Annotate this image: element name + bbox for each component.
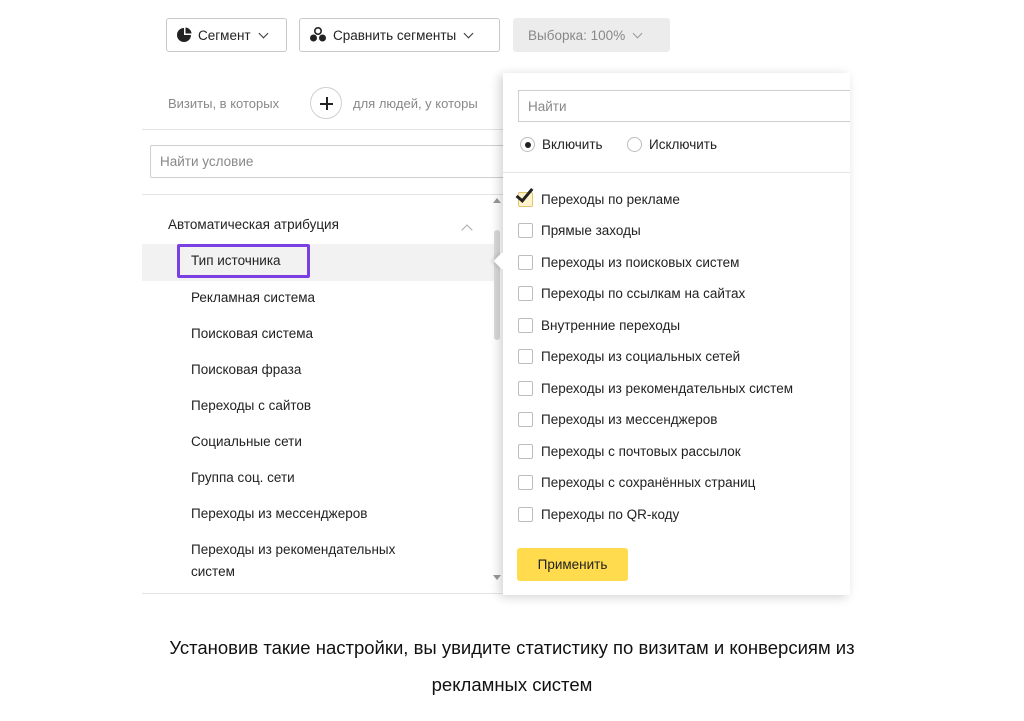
- option-label[interactable]: Переходы из мессенджеров: [541, 412, 717, 427]
- pie-chart-icon: [176, 27, 192, 43]
- scrollbar-thumb[interactable]: [494, 230, 500, 340]
- divider: [503, 172, 850, 173]
- checkbox-recommendation-systems[interactable]: [518, 381, 533, 396]
- option-label[interactable]: Внутренние переходы: [541, 318, 680, 333]
- list-item-source-type[interactable]: Тип источника: [191, 250, 281, 272]
- include-radio[interactable]: [520, 137, 535, 152]
- condition-search-input[interactable]: Найти условие: [150, 145, 512, 178]
- divider: [142, 593, 504, 594]
- option-label[interactable]: Прямые заходы: [541, 223, 641, 238]
- include-label[interactable]: Включить: [542, 137, 603, 152]
- list-item-messengers[interactable]: Переходы из мессенджеров: [191, 503, 367, 525]
- popup-search-placeholder: Найти: [528, 98, 567, 114]
- compare-segments-button[interactable]: Сравнить сегменты: [299, 18, 500, 52]
- chevron-down-icon: [258, 28, 269, 38]
- chevron-up-icon[interactable]: [461, 224, 473, 236]
- caption-line-1: Установив такие настройки, вы увидите ст…: [169, 637, 855, 658]
- list-item-ad-system[interactable]: Рекламная система: [191, 287, 315, 309]
- list-item-search-phrase[interactable]: Поисковая фраза: [191, 359, 301, 381]
- list-item-recommendation-systems-cont[interactable]: систем: [191, 561, 235, 583]
- segment-label: Сегмент: [198, 27, 251, 43]
- compare-segments-label: Сравнить сегменты: [333, 27, 457, 43]
- visits-hint: Визиты, в которых: [168, 96, 280, 111]
- option-label[interactable]: Переходы с сохранённых страниц: [541, 475, 755, 490]
- checkbox-messengers[interactable]: [518, 412, 533, 427]
- segment-button[interactable]: Сегмент: [166, 18, 287, 52]
- list-item-search-system[interactable]: Поисковая система: [191, 323, 313, 345]
- exclude-radio[interactable]: [627, 137, 642, 152]
- chevron-down-icon: [632, 28, 643, 38]
- option-label[interactable]: Переходы по QR-коду: [541, 507, 679, 522]
- checkbox-email[interactable]: [518, 444, 533, 459]
- apply-button[interactable]: Применить: [517, 548, 628, 581]
- divider: [142, 194, 504, 195]
- checkbox-saved-pages[interactable]: [518, 475, 533, 490]
- checkbox-internal[interactable]: [518, 318, 533, 333]
- list-item-social-networks[interactable]: Социальные сети: [191, 431, 302, 453]
- option-label[interactable]: Переходы по рекламе: [541, 192, 680, 207]
- condition-search-placeholder: Найти условие: [160, 154, 254, 169]
- option-label[interactable]: Переходы из рекомендательных систем: [541, 381, 793, 396]
- scroll-up-icon[interactable]: [493, 198, 501, 203]
- list-item-social-group[interactable]: Группа соц. сети: [191, 467, 295, 489]
- caption-line-2: рекламных систем: [431, 674, 593, 695]
- divider: [142, 129, 504, 130]
- option-label[interactable]: Переходы по ссылкам на сайтах: [541, 286, 745, 301]
- chevron-down-icon: [463, 28, 474, 38]
- checkbox-site-links[interactable]: [518, 286, 533, 301]
- option-label[interactable]: Переходы из поисковых систем: [541, 255, 739, 270]
- checkbox-qr-code[interactable]: [518, 507, 533, 522]
- checkbox-social-networks[interactable]: [518, 349, 533, 364]
- option-label[interactable]: Переходы из социальных сетей: [541, 349, 740, 364]
- checkbox-search-systems[interactable]: [518, 255, 533, 270]
- checkbox-direct-visits[interactable]: [518, 223, 533, 238]
- option-label[interactable]: Переходы с почтовых рассылок: [541, 444, 741, 459]
- list-item-recommendation-systems[interactable]: Переходы из рекомендательных: [191, 539, 395, 561]
- add-condition-button[interactable]: [310, 87, 342, 119]
- sample-label: Выборка: 100%: [528, 27, 626, 43]
- people-hint: для людей, у которы: [353, 96, 478, 111]
- popup-search-input[interactable]: Найти: [518, 90, 850, 122]
- scroll-down-icon[interactable]: [493, 575, 501, 580]
- apply-label: Применить: [537, 557, 608, 572]
- group-title-auto-attribution[interactable]: Автоматическая атрибуция: [168, 217, 339, 232]
- sample-button[interactable]: Выборка: 100%: [513, 18, 670, 52]
- list-item-site-referrals[interactable]: Переходы с сайтов: [191, 395, 311, 417]
- exclude-label[interactable]: Исключить: [649, 137, 717, 152]
- compare-segments-icon: [309, 27, 327, 43]
